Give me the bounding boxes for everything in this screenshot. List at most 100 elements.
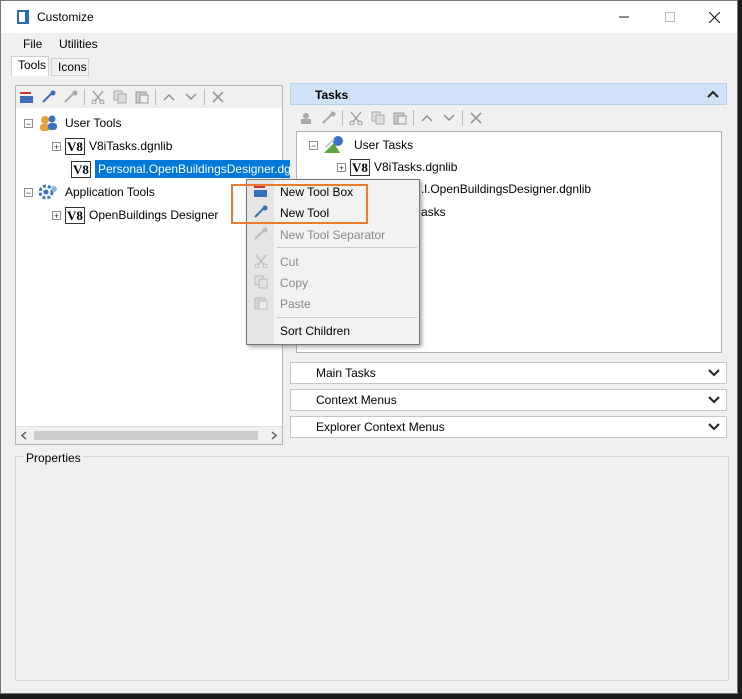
expand-icon[interactable]: + bbox=[52, 141, 61, 151]
move-up-icon[interactable] bbox=[416, 108, 438, 128]
chevron-down-icon[interactable] bbox=[708, 421, 720, 433]
toolbar-divider bbox=[204, 89, 205, 105]
tab-icons[interactable]: Icons bbox=[51, 58, 89, 76]
maximize-icon bbox=[665, 12, 675, 22]
tree-item-partial-tasks[interactable]: asks bbox=[421, 201, 446, 223]
section-label: Context Menus bbox=[316, 393, 397, 407]
menu-paste[interactable]: Paste bbox=[280, 297, 311, 311]
tree-item-partial-dgnlib[interactable]: .l.OpenBuildingsDesigner.dgnlib bbox=[421, 178, 591, 200]
tree-label-selected: Personal.OpenBuildingsDesigner.dgnlib bbox=[95, 160, 313, 178]
v8-icon: V8 bbox=[65, 206, 85, 224]
section-main-tasks[interactable]: Main Tasks bbox=[290, 362, 727, 384]
menu-separator bbox=[277, 317, 417, 318]
move-down-icon[interactable] bbox=[180, 87, 202, 107]
paste-icon bbox=[253, 295, 269, 311]
tools-toolbar bbox=[16, 86, 282, 108]
tasks-header[interactable]: Tasks bbox=[290, 83, 727, 105]
new-tool-icon[interactable] bbox=[38, 87, 60, 107]
new-tool-icon[interactable] bbox=[318, 108, 340, 128]
toolbar-divider bbox=[413, 110, 414, 126]
paste-icon[interactable] bbox=[389, 108, 411, 128]
minimize-icon bbox=[619, 16, 629, 18]
scroll-thumb[interactable] bbox=[34, 431, 258, 440]
minimize-button[interactable] bbox=[601, 1, 647, 33]
tasks-header-label: Tasks bbox=[315, 88, 349, 102]
expand-icon[interactable]: + bbox=[337, 162, 346, 172]
chevron-down-icon[interactable] bbox=[708, 394, 720, 406]
v8-icon: V8 bbox=[350, 158, 370, 176]
toolbar-divider bbox=[342, 110, 343, 126]
chevron-up-icon[interactable] bbox=[707, 90, 719, 98]
delete-icon[interactable] bbox=[465, 108, 487, 128]
menu-copy[interactable]: Copy bbox=[280, 276, 308, 290]
v8-icon: V8 bbox=[65, 137, 85, 155]
expand-icon[interactable]: + bbox=[52, 210, 61, 220]
v8-icon: V8 bbox=[71, 160, 91, 178]
tree-item-user-tasks[interactable]: − User Tasks bbox=[309, 134, 413, 156]
tree-label: asks bbox=[421, 205, 446, 219]
new-separator-icon[interactable] bbox=[60, 87, 82, 107]
tree-label: User Tasks bbox=[354, 138, 414, 152]
collapse-icon[interactable]: − bbox=[309, 140, 318, 150]
section-label: Explorer Context Menus bbox=[316, 420, 445, 434]
maximize-button[interactable] bbox=[647, 1, 693, 33]
copy-icon bbox=[253, 274, 269, 290]
section-context-menus[interactable]: Context Menus bbox=[290, 389, 727, 411]
tree-item-user-tools[interactable]: − User Tools bbox=[24, 112, 121, 134]
toolbar-divider bbox=[462, 110, 463, 126]
copy-icon[interactable] bbox=[109, 87, 131, 107]
menu-utilities[interactable]: Utilities bbox=[59, 37, 98, 51]
properties-label: Properties bbox=[24, 451, 83, 465]
tools-scrollbar[interactable] bbox=[16, 426, 282, 444]
collapse-icon[interactable]: − bbox=[24, 118, 33, 128]
cut-icon[interactable] bbox=[87, 87, 109, 107]
tree-label: V8iTasks.dgnlib bbox=[89, 139, 173, 153]
tree-label: .l.OpenBuildingsDesigner.dgnlib bbox=[421, 182, 592, 196]
gear-icon bbox=[38, 184, 57, 200]
toolbar-divider bbox=[84, 89, 85, 105]
new-separator-icon bbox=[253, 226, 269, 242]
toolbar-divider bbox=[155, 89, 156, 105]
menu-bar: File Utilities bbox=[1, 33, 737, 55]
menu-separator bbox=[277, 247, 417, 248]
window-title: Customize bbox=[37, 10, 94, 24]
scroll-right-icon[interactable] bbox=[270, 431, 278, 440]
tree-label: Application Tools bbox=[65, 185, 155, 199]
section-label: Main Tasks bbox=[316, 366, 376, 380]
menu-new-tool-separator[interactable]: New Tool Separator bbox=[280, 228, 385, 242]
close-button[interactable] bbox=[691, 1, 737, 33]
tools-tree: − User Tools + V8 V8iTasks.dgnlib V8 Per… bbox=[16, 110, 313, 412]
add-task-icon[interactable] bbox=[296, 108, 318, 128]
cut-icon[interactable] bbox=[345, 108, 367, 128]
menu-cut[interactable]: Cut bbox=[280, 255, 299, 269]
title-bar: Customize bbox=[1, 1, 737, 33]
collapse-icon[interactable]: − bbox=[24, 187, 33, 197]
delete-icon[interactable] bbox=[207, 87, 229, 107]
customize-window: Customize File Utilities Tools Icons − U… bbox=[0, 0, 738, 694]
move-up-icon[interactable] bbox=[158, 87, 180, 107]
annotation-highlight bbox=[231, 184, 368, 224]
copy-icon[interactable] bbox=[367, 108, 389, 128]
user-tasks-icon bbox=[324, 136, 343, 153]
tree-item-application-tools[interactable]: − Application Tools bbox=[24, 181, 155, 203]
section-explorer-context-menus[interactable]: Explorer Context Menus bbox=[290, 416, 727, 438]
tree-label: V8iTasks.dgnlib bbox=[374, 160, 458, 174]
user-tools-icon bbox=[40, 115, 57, 131]
menu-sort-children[interactable]: Sort Children bbox=[280, 324, 350, 338]
tree-label: OpenBuildings Designer bbox=[89, 208, 219, 222]
tree-item-personal[interactable]: V8 Personal.OpenBuildingsDesigner.dgnlib bbox=[71, 158, 313, 180]
tree-item-v8itasks[interactable]: + V8 V8iTasks.dgnlib bbox=[337, 156, 457, 178]
cut-icon bbox=[253, 253, 269, 269]
menu-file[interactable]: File bbox=[23, 37, 42, 51]
tree-item-openbuildings[interactable]: + V8 OpenBuildings Designer bbox=[52, 204, 218, 226]
chevron-down-icon[interactable] bbox=[708, 367, 720, 379]
tab-tools[interactable]: Tools bbox=[11, 56, 49, 76]
tree-item-v8itasks[interactable]: + V8 V8iTasks.dgnlib bbox=[52, 135, 172, 157]
close-icon bbox=[708, 11, 720, 23]
properties-group: Properties bbox=[15, 451, 729, 681]
paste-icon[interactable] bbox=[131, 87, 153, 107]
move-down-icon[interactable] bbox=[438, 108, 460, 128]
scroll-left-icon[interactable] bbox=[20, 431, 28, 440]
new-toolbox-icon[interactable] bbox=[16, 87, 38, 107]
app-icon bbox=[17, 10, 29, 24]
